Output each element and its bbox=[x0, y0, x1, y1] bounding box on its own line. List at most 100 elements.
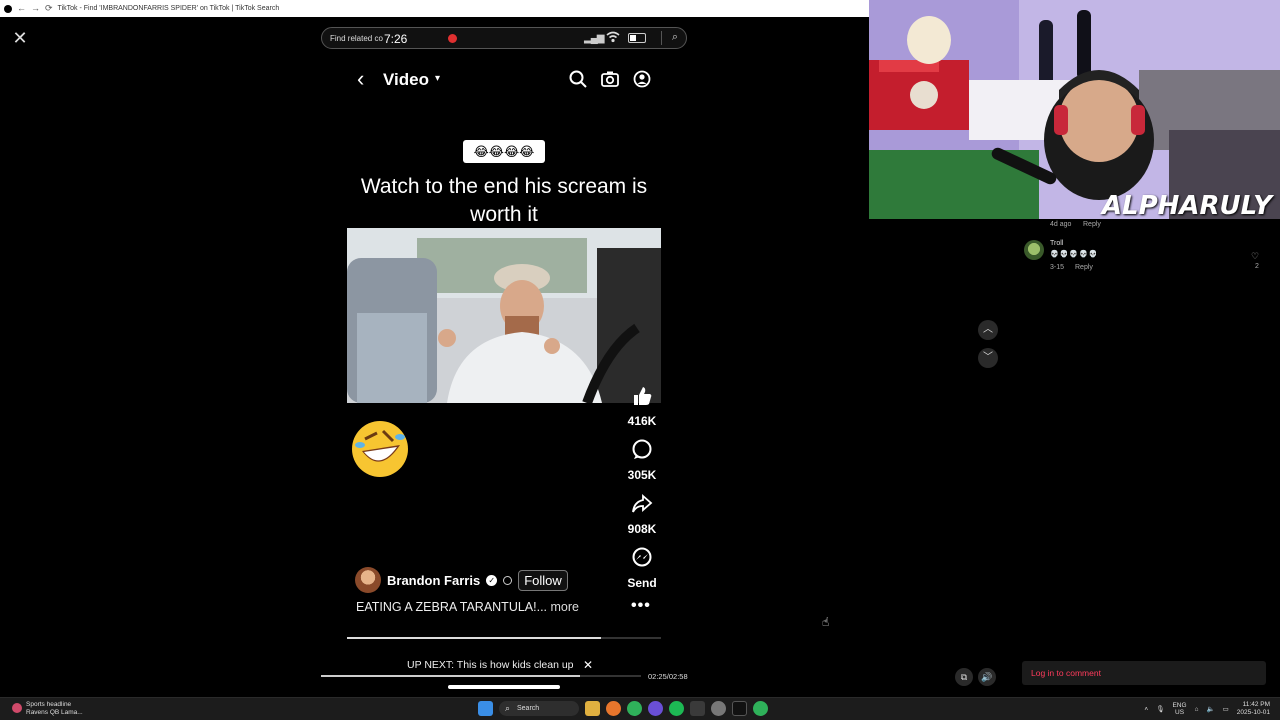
taskbar-apps: Search bbox=[478, 701, 768, 716]
find-related-text: Find related co bbox=[330, 33, 383, 43]
system-tray: ˄ 🎙 ENG US ⌂ 🔈 ▭ 11:42 PM 2025-10-01 bbox=[1144, 701, 1270, 717]
firefox-icon[interactable] bbox=[606, 701, 621, 716]
tiktok-favicon-icon bbox=[4, 4, 12, 13]
video-description[interactable]: EATING A ZEBRA TARANTULA!... more bbox=[356, 600, 579, 614]
comment-timestamp: 4d ago bbox=[1050, 221, 1072, 228]
app-title[interactable]: Video bbox=[383, 70, 429, 90]
comments-panel: 4d ago Reply Troll 💀💀💀💀💀 3-15 Reply ♡ 2 bbox=[1015, 219, 1280, 279]
streamer-watermark: ALPHARULY bbox=[1101, 191, 1272, 219]
globe-icon bbox=[503, 575, 513, 585]
chevron-down-icon[interactable]: ▾ bbox=[435, 73, 440, 84]
reload-icon[interactable]: ⟳ bbox=[45, 4, 53, 13]
login-to-comment-button[interactable]: Log in to comment bbox=[1022, 661, 1266, 685]
comment-icon bbox=[632, 439, 652, 459]
language-code: ENG bbox=[1172, 702, 1187, 709]
comment-text: 💀💀💀💀💀 bbox=[1050, 251, 1099, 258]
author-name[interactable]: Brandon Farris bbox=[387, 573, 480, 588]
app-gray-icon[interactable] bbox=[690, 701, 705, 716]
search-icon[interactable] bbox=[569, 70, 587, 88]
recording-dot-icon bbox=[448, 34, 457, 43]
comment-reply-link[interactable]: Reply bbox=[1075, 264, 1093, 271]
up-next-label[interactable]: UP NEXT: This is how kids clean up bbox=[407, 659, 574, 671]
playback-scrubber-fill bbox=[321, 675, 581, 677]
app-green2-icon[interactable] bbox=[753, 701, 768, 716]
chrome-icon[interactable] bbox=[711, 701, 726, 716]
author-avatar[interactable] bbox=[355, 567, 381, 593]
windows-start-icon[interactable] bbox=[478, 701, 493, 716]
windows-taskbar: Sports headline Ravens QB Lama... Search… bbox=[0, 697, 1280, 720]
spotify-icon[interactable] bbox=[669, 701, 684, 716]
emoji-sticker: 😂😂😂😂 bbox=[463, 140, 545, 163]
chevron-up-icon[interactable]: ︿ bbox=[978, 320, 998, 340]
comment-date: 3-15 bbox=[1050, 264, 1065, 271]
dismiss-up-next-icon[interactable]: ✕ bbox=[583, 658, 593, 672]
pip-icon[interactable]: ⧉ bbox=[955, 668, 973, 686]
clock-date: 2025-10-01 bbox=[1236, 709, 1270, 716]
description-text: EATING A ZEBRA TARANTULA!... bbox=[356, 600, 548, 614]
news-icon bbox=[12, 703, 22, 713]
video-progress-bar[interactable] bbox=[347, 637, 661, 639]
heart-icon[interactable]: ♡ bbox=[1251, 251, 1259, 262]
find-related-bar[interactable]: Find related co 7:26 ▂▄▆ ⌕ bbox=[321, 27, 687, 49]
browser-tab-title[interactable]: TikTok - Find 'IMBRANDONFARRIS SPIDER' o… bbox=[58, 5, 280, 12]
follow-button[interactable]: Follow bbox=[518, 569, 568, 591]
video-caption: Watch to the end his scream is worth it bbox=[360, 175, 648, 226]
status-clock: 7:26 bbox=[384, 32, 408, 46]
comment-like-count: 2 bbox=[1255, 263, 1259, 270]
like-count: 416K bbox=[627, 414, 657, 428]
like-action[interactable]: 416K bbox=[618, 385, 666, 428]
browser-top-bar: ← → ⟳ TikTok - Find 'IMBRANDONFARRIS SPI… bbox=[0, 0, 870, 17]
volume-icon[interactable]: 🔊 bbox=[978, 668, 996, 686]
back-arrow-icon[interactable]: ← bbox=[17, 4, 26, 13]
verified-badge-icon: ✓ bbox=[486, 574, 498, 586]
app-purple-icon[interactable] bbox=[648, 701, 663, 716]
back-chevron-icon[interactable]: ‹ bbox=[357, 67, 364, 91]
battery-icon bbox=[628, 33, 646, 43]
commenter-name[interactable]: Troll bbox=[1050, 240, 1063, 247]
tray-overflow-icon[interactable]: ˄ bbox=[1144, 706, 1148, 713]
network-icon[interactable]: ⌂ bbox=[1195, 706, 1199, 713]
tiktok-icon[interactable] bbox=[732, 701, 747, 716]
video-progress-fill bbox=[347, 637, 602, 639]
playback-timecode: 02:25/02:58 bbox=[648, 672, 688, 681]
close-overlay-button[interactable]: ✕ bbox=[10, 28, 30, 48]
taskbar-clock[interactable]: 11:42 PM 2025-10-01 bbox=[1237, 701, 1270, 717]
author-row: Brandon Farris ✓ Follow bbox=[355, 567, 568, 593]
comment-count: 305K bbox=[627, 468, 657, 482]
comment-action[interactable]: 305K bbox=[618, 439, 666, 482]
share-icon bbox=[632, 494, 653, 513]
rofl-emoji bbox=[350, 419, 410, 479]
news-widget[interactable]: Sports headline Ravens QB Lama... bbox=[12, 701, 83, 717]
findbar-divider bbox=[661, 31, 662, 45]
forward-arrow-icon[interactable]: → bbox=[31, 4, 40, 13]
language-indicator[interactable]: ENG US bbox=[1172, 702, 1186, 716]
clock-time: 11:42 PM bbox=[1242, 701, 1270, 708]
region-code: US bbox=[1175, 709, 1185, 716]
camera-icon[interactable] bbox=[601, 70, 619, 88]
signal-icon: ▂▄▆ bbox=[584, 33, 604, 44]
app-green-icon[interactable] bbox=[627, 701, 642, 716]
speaker-icon[interactable]: 🔈 bbox=[1207, 705, 1215, 713]
share-action[interactable]: 908K bbox=[618, 493, 666, 536]
battery-tray-icon[interactable]: ▭ bbox=[1223, 705, 1229, 713]
news-subtitle: Ravens QB Lama... bbox=[26, 709, 83, 716]
microphone-icon[interactable]: 🎙 bbox=[1156, 705, 1164, 713]
taskbar-search[interactable]: Search bbox=[499, 701, 579, 716]
home-indicator bbox=[448, 685, 560, 689]
more-options-icon[interactable]: ••• bbox=[631, 597, 651, 615]
profile-icon[interactable] bbox=[633, 70, 651, 88]
messenger-icon bbox=[632, 547, 652, 567]
video-app-bar: ‹ Video ▾ bbox=[313, 67, 695, 93]
more-link[interactable]: more bbox=[551, 600, 579, 614]
news-title: Sports headline bbox=[26, 701, 72, 708]
file-explorer-icon[interactable] bbox=[585, 701, 600, 716]
streamer-webcam: ALPHARULY bbox=[869, 0, 1280, 219]
send-action[interactable]: Send bbox=[618, 547, 666, 590]
findbar-search-icon[interactable]: ⌕ bbox=[672, 31, 678, 44]
chevron-down-icon[interactable]: ﹀ bbox=[978, 348, 998, 368]
video-frame[interactable] bbox=[347, 228, 661, 403]
playback-scrubber[interactable] bbox=[321, 675, 641, 677]
comment-reply-link[interactable]: Reply bbox=[1083, 221, 1101, 228]
phone-screen: Find related co 7:26 ▂▄▆ ⌕ ‹ Video ▾ 😂😂😂… bbox=[313, 17, 695, 697]
commenter-avatar[interactable] bbox=[1024, 240, 1044, 260]
